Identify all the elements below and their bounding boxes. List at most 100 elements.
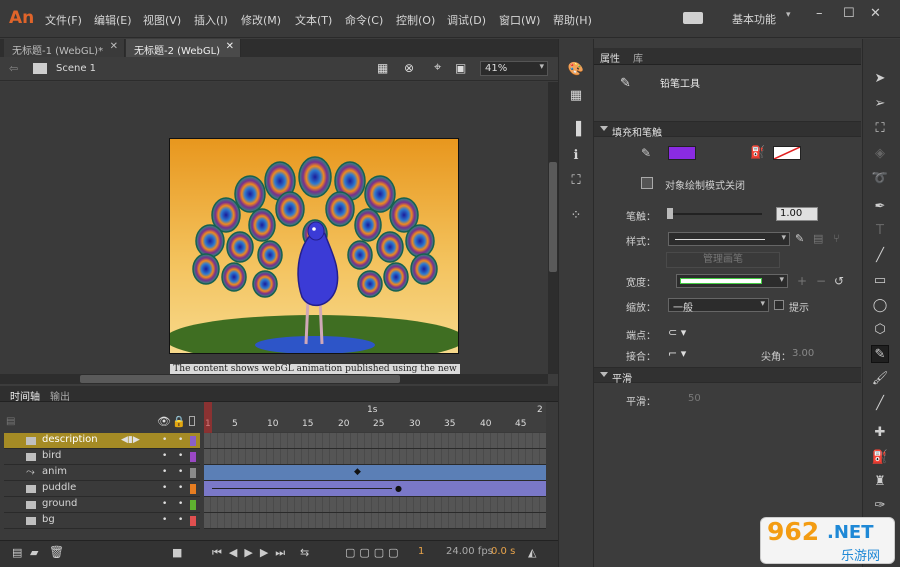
manage-brush-button[interactable]: 管理画笔 [666, 252, 780, 268]
edit-symbol-icon[interactable]: ⊗ [404, 61, 414, 75]
doc-tab-2[interactable]: 无标题-2 (WebGL) ✕ [126, 39, 241, 57]
style-select[interactable]: ▾ [668, 232, 790, 246]
stroke-color-swatch[interactable] [668, 146, 696, 160]
width-profile-select[interactable]: ▾ [676, 274, 788, 288]
object-draw-icon[interactable] [641, 177, 653, 189]
current-frame[interactable]: 1 [418, 546, 424, 557]
stroke-slider-handle[interactable] [667, 208, 673, 219]
layer-frames[interactable] [204, 433, 546, 449]
layer-color-swatch[interactable] [190, 452, 196, 462]
back-arrow-icon[interactable]: ⇦ [9, 62, 18, 75]
align-icon[interactable]: ▐ [567, 122, 585, 138]
visibility-toggle[interactable]: • [162, 435, 167, 445]
subselection-tool-icon[interactable]: ➢ [871, 95, 889, 113]
lock-toggle[interactable]: • [178, 435, 183, 445]
chevron-down-icon[interactable]: ▾ [786, 10, 791, 20]
sync-settings-icon[interactable] [683, 12, 703, 24]
close-icon[interactable]: ✕ [226, 41, 234, 52]
menu-modify[interactable]: 修改(M) [241, 12, 281, 28]
keyframe-marker[interactable]: ◆ [354, 467, 361, 477]
stroke-value-input[interactable]: 1.00 [776, 207, 818, 221]
tab-library[interactable]: 库 [633, 50, 643, 65]
stage-canvas[interactable] [169, 138, 459, 354]
center-stage-icon[interactable]: ⌖ [434, 60, 441, 75]
ink-bottle-tool-icon[interactable]: ♜ [871, 473, 889, 491]
info-icon[interactable]: ℹ [567, 148, 585, 164]
lock-toggle[interactable]: • [178, 499, 183, 509]
miter-value[interactable]: 3.00 [792, 348, 814, 359]
layer-color-swatch[interactable] [190, 484, 196, 494]
rectangle-tool-icon[interactable]: ▭ [871, 272, 889, 290]
layer-row[interactable]: bg • • [4, 513, 200, 529]
color-panel-icon[interactable]: 🎨 [567, 62, 585, 78]
delete-icon[interactable]: 🗑 [49, 545, 64, 559]
stage-horizontal-scrollbar[interactable] [0, 374, 548, 384]
doc-tab-1[interactable]: 无标题-1 (WebGL)* ✕ [4, 39, 125, 57]
section-smooth[interactable]: 平滑 [594, 367, 861, 385]
paint-brush-tool-icon[interactable]: 🖌 [871, 370, 889, 388]
transform-icon[interactable]: ⛶ [567, 173, 585, 189]
visibility-toggle[interactable]: • [162, 483, 167, 493]
line-tool-icon[interactable]: ╱ [871, 247, 889, 265]
layer-frames[interactable]: ◆ [204, 465, 546, 481]
join-style-select[interactable]: ⌐ ▾ [668, 347, 686, 360]
camera-icon[interactable]: ■ [172, 546, 182, 559]
menu-view[interactable]: 视图(V) [143, 12, 181, 28]
lock-toggle[interactable]: • [178, 515, 183, 525]
layer-row[interactable]: puddle • • [4, 481, 200, 497]
brush-library-icon[interactable]: ▤ [813, 232, 823, 245]
lock-toggle[interactable]: • [178, 483, 183, 493]
free-transform-tool-icon[interactable]: ⛶ [871, 120, 889, 138]
visibility-toggle[interactable]: • [162, 515, 167, 525]
menu-control[interactable]: 控制(O) [396, 12, 435, 28]
lock-toggle[interactable]: • [178, 451, 183, 461]
pencil-tool-icon[interactable]: ✎ [871, 345, 889, 363]
text-tool-icon[interactable]: T [871, 222, 889, 240]
reset-icon[interactable]: ↺ [834, 274, 844, 288]
loop-icon[interactable]: ⇆ [300, 546, 309, 559]
menu-window[interactable]: 窗口(W) [499, 12, 540, 28]
layer-color-swatch[interactable] [190, 500, 196, 510]
outline-icon[interactable] [189, 416, 195, 426]
layer-frames[interactable] [204, 513, 546, 529]
layer-color-swatch[interactable] [190, 468, 196, 478]
playback-controls-icon[interactable]: ⏮◀▶▶⏭ [212, 546, 292, 560]
layer-frames[interactable] [204, 449, 546, 465]
oval-tool-icon[interactable]: ◯ [871, 297, 889, 315]
layer-row[interactable]: description ◀▮▶ • • [4, 433, 200, 449]
paint-bucket-tool-icon[interactable]: ⛽ [871, 449, 889, 467]
bone-tool-icon[interactable]: ✚ [871, 424, 889, 442]
menu-commands[interactable]: 命令(C) [345, 12, 383, 28]
layer-row[interactable]: bird • • [4, 449, 200, 465]
remove-icon[interactable]: − [816, 274, 826, 288]
layer-color-swatch[interactable] [190, 436, 196, 446]
scene-label[interactable]: Scene 1 [56, 63, 96, 74]
new-layer-icon[interactable]: ▤ [12, 546, 22, 559]
eyedropper-tool-icon[interactable]: ✑ [871, 497, 889, 515]
stage-vertical-scrollbar[interactable] [548, 82, 558, 374]
eye-icon[interactable]: 👁 [157, 415, 171, 428]
tab-properties[interactable]: 属性 [600, 50, 620, 65]
layer-frames[interactable] [204, 497, 546, 513]
brush-tool-icon[interactable]: ╱ [871, 395, 889, 413]
stroke-slider[interactable] [668, 213, 762, 215]
menu-help[interactable]: 帮助(H) [553, 12, 592, 28]
close-icon[interactable]: ✕ [870, 6, 881, 21]
smooth-value[interactable]: 50 [688, 393, 701, 404]
hint-checkbox[interactable] [774, 300, 784, 310]
zoom-select[interactable]: 41% ▾ [480, 61, 548, 76]
menu-text[interactable]: 文本(T) [295, 12, 332, 28]
onion-skin-icon[interactable]: ▢▢▢▢ [345, 546, 403, 559]
components-icon[interactable]: ⁘ [567, 208, 585, 224]
layer-color-swatch[interactable] [190, 516, 196, 526]
layer-row[interactable]: ground • • [4, 497, 200, 513]
cap-style-select[interactable]: ⊂ ▾ [668, 326, 686, 339]
swatches-icon[interactable]: ▦ [567, 88, 585, 104]
lasso-tool-icon[interactable]: ➰ [871, 170, 889, 188]
visibility-toggle[interactable]: • [162, 499, 167, 509]
time-readout[interactable]: 0.0 s [491, 546, 515, 557]
selection-tool-icon[interactable]: ➤ [871, 70, 889, 88]
close-icon[interactable]: ✕ [110, 41, 118, 52]
workspace-switcher[interactable]: 基本功能 [732, 11, 776, 27]
lock-icon[interactable]: 🔒 [172, 415, 186, 428]
